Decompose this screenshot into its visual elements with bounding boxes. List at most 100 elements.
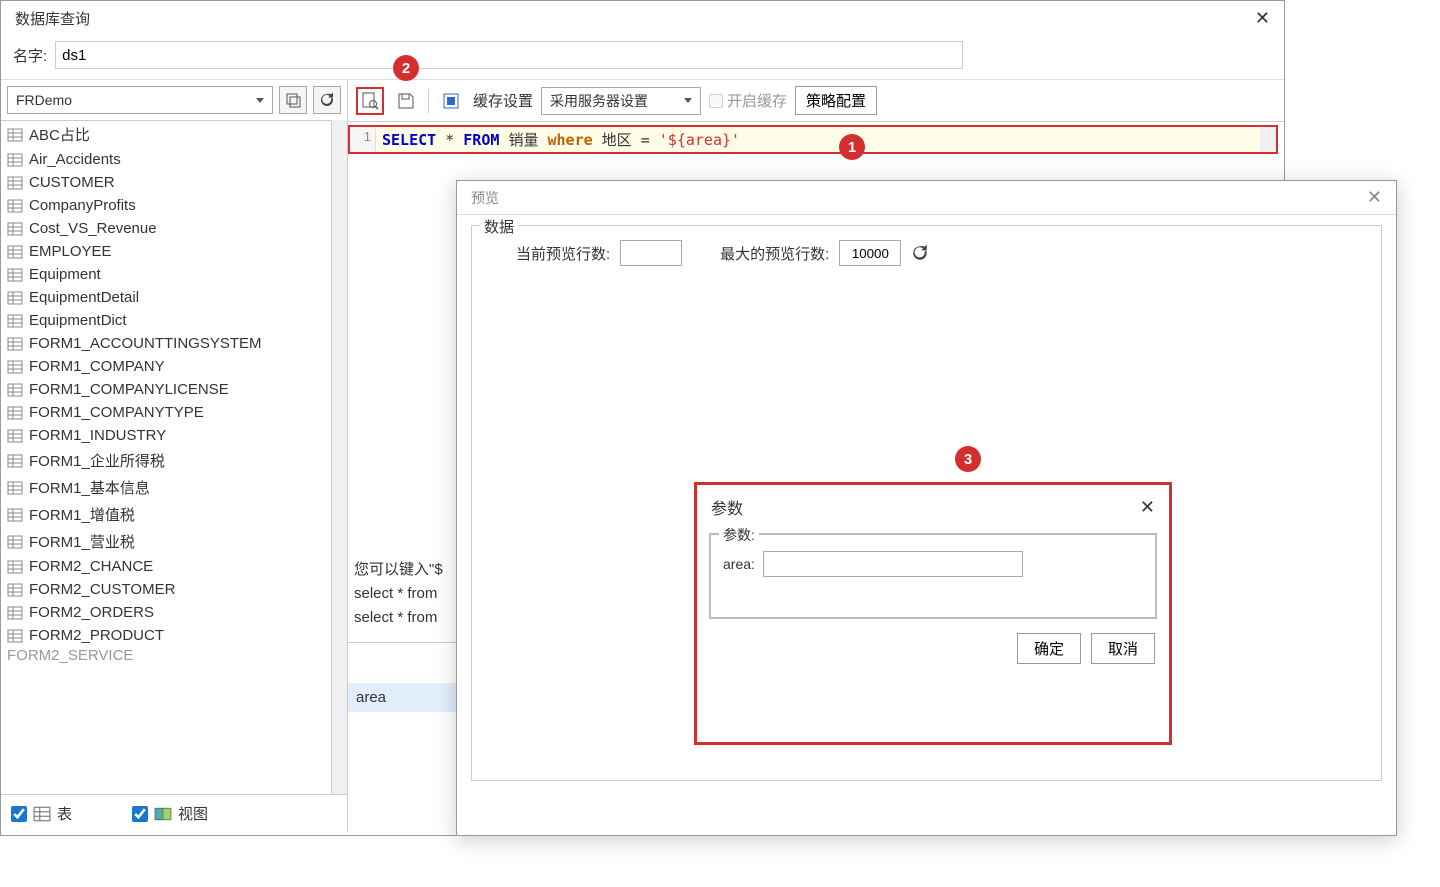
table-item[interactable]: EquipmentDict: [1, 309, 331, 332]
sql-scrollbar[interactable]: [1260, 127, 1276, 152]
tables-list[interactable]: ABC占比 Air_Accidents CUSTOMER CompanyProfits…: [1, 120, 331, 794]
table-item-label: ABC占比: [29, 124, 90, 145]
db-select-value: FRDemo: [16, 92, 72, 108]
cancel-button[interactable]: 取消: [1091, 633, 1155, 664]
current-rows-input[interactable]: [620, 240, 682, 266]
ok-button[interactable]: 确定: [1017, 633, 1081, 664]
table-item-label: EquipmentDetail: [29, 289, 139, 306]
table-item-label: FORM1_COMPANY: [29, 358, 165, 375]
table-item[interactable]: CompanyProfits: [1, 194, 331, 217]
strategy-button[interactable]: 策略配置: [795, 86, 877, 115]
table-item[interactable]: FORM1_增值税: [1, 501, 331, 528]
param-input-row: area:: [723, 551, 1143, 577]
preview-icon: [361, 92, 379, 110]
refresh-tables-button[interactable]: [313, 86, 341, 114]
table-item[interactable]: FORM2_CHANCE: [1, 555, 331, 578]
sql-editor[interactable]: 1 SELECT * FROM 销量 where 地区 = '${area}': [348, 125, 1278, 154]
refresh-preview-button[interactable]: [911, 244, 929, 262]
param-name-label: area:: [723, 556, 755, 572]
param-value-input[interactable]: [763, 551, 1023, 577]
max-rows-input[interactable]: [839, 240, 901, 266]
table-item[interactable]: FORM1_企业所得税: [1, 447, 331, 474]
params-group-legend: 参数:: [719, 525, 759, 545]
save-button[interactable]: [392, 87, 420, 115]
cache-label: 缓存设置: [473, 90, 533, 111]
name-input[interactable]: [55, 41, 963, 69]
tables-checkbox-label: 表: [57, 803, 72, 824]
sql-keyword-select: SELECT: [382, 131, 436, 149]
table-item-label: FORM1_企业所得税: [29, 450, 165, 471]
views-checkbox[interactable]: 视图: [132, 803, 208, 824]
table-item[interactable]: CUSTOMER: [1, 171, 331, 194]
close-icon[interactable]: ✕: [1140, 497, 1155, 518]
table-item-label: CUSTOMER: [29, 174, 115, 191]
data-row: 当前预览行数: 最大的预览行数:: [486, 240, 1367, 266]
settings-button[interactable]: [279, 86, 307, 114]
sql-gutter: 1: [350, 127, 376, 152]
table-item-label: FORM2_PRODUCT: [29, 627, 164, 644]
annotation-badge-3: 3: [955, 446, 981, 472]
table-item-label: Equipment: [29, 266, 101, 283]
name-row: 名字:: [1, 35, 1284, 80]
close-icon[interactable]: ✕: [1255, 8, 1270, 29]
params-group: 参数: area:: [709, 533, 1157, 619]
table-item[interactable]: FORM2_CUSTOMER: [1, 578, 331, 601]
table-item[interactable]: EMPLOYEE: [1, 240, 331, 263]
table-item[interactable]: FORM1_COMPANYLICENSE: [1, 378, 331, 401]
params-dialog-buttons: 确定 取消: [697, 623, 1169, 674]
sql-table: 销量: [508, 131, 538, 149]
tables-checkbox[interactable]: 表: [11, 803, 72, 824]
table-item-label: FORM2_CUSTOMER: [29, 581, 175, 598]
preview-button[interactable]: [356, 87, 384, 115]
params-button[interactable]: [437, 87, 465, 115]
annotation-badge-2: 2: [393, 55, 419, 81]
table-item[interactable]: Air_Accidents: [1, 148, 331, 171]
enable-cache-input: [709, 94, 723, 108]
table-item-label: FORM2_ORDERS: [29, 604, 154, 621]
table-item[interactable]: Equipment: [1, 263, 331, 286]
settings-icon: [285, 92, 301, 108]
enable-cache-checkbox: 开启缓存: [709, 90, 787, 111]
db-select-row: FRDemo: [1, 80, 347, 120]
table-item-label: CompanyProfits: [29, 197, 136, 214]
data-group-legend: 数据: [480, 216, 518, 237]
sql-code[interactable]: SELECT * FROM 销量 where 地区 = '${area}': [376, 127, 1260, 152]
table-item[interactable]: EquipmentDetail: [1, 286, 331, 309]
table-item-label: FORM1_基本信息: [29, 477, 150, 498]
table-item[interactable]: ABC占比: [1, 121, 331, 148]
table-item[interactable]: FORM1_COMPANY: [1, 355, 331, 378]
table-item-label: Air_Accidents: [29, 151, 121, 168]
table-item[interactable]: FORM1_ACCOUNTTINGSYSTEM: [1, 332, 331, 355]
cache-combo[interactable]: 采用服务器设置: [541, 87, 701, 115]
table-item-cut: FORM2_SERVICE: [1, 647, 331, 664]
sql-column: 地区: [602, 131, 632, 149]
close-icon[interactable]: ✕: [1367, 187, 1382, 208]
table-item[interactable]: Cost_VS_Revenue: [1, 217, 331, 240]
tables-scrollbar[interactable]: [331, 120, 347, 794]
table-item-label: FORM2_CHANCE: [29, 558, 153, 575]
table-item-label: EquipmentDict: [29, 312, 127, 329]
table-item-label: EMPLOYEE: [29, 243, 112, 260]
table-item[interactable]: FORM1_基本信息: [1, 474, 331, 501]
table-item[interactable]: FORM2_PRODUCT: [1, 624, 331, 647]
tables-checkbox-input[interactable]: [11, 806, 27, 822]
preview-title: 预览: [471, 188, 499, 208]
enable-cache-label: 开启缓存: [727, 90, 787, 111]
table-item-label: Cost_VS_Revenue: [29, 220, 157, 237]
params-dialog-title-bar: 参数 ✕: [697, 485, 1169, 529]
db-select[interactable]: FRDemo: [7, 86, 273, 114]
table-item-label: FORM1_增值税: [29, 504, 135, 525]
max-rows-label: 最大的预览行数:: [720, 243, 829, 264]
table-item[interactable]: FORM1_INDUSTRY: [1, 424, 331, 447]
sql-star: *: [445, 131, 454, 149]
table-item[interactable]: FORM1_营业税: [1, 528, 331, 555]
table-item-label: FORM1_ACCOUNTTINGSYSTEM: [29, 335, 262, 352]
views-checkbox-input[interactable]: [132, 806, 148, 822]
table-item[interactable]: FORM1_COMPANYTYPE: [1, 401, 331, 424]
bottom-filter-row: 表 视图: [1, 794, 347, 832]
sql-eq: =: [641, 131, 650, 149]
sql-toolbar: 缓存设置 采用服务器设置 开启缓存 策略配置: [348, 80, 1284, 122]
annotation-badge-1: 1: [839, 134, 865, 160]
table-item-label: FORM1_COMPANYLICENSE: [29, 381, 229, 398]
table-item[interactable]: FORM2_ORDERS: [1, 601, 331, 624]
